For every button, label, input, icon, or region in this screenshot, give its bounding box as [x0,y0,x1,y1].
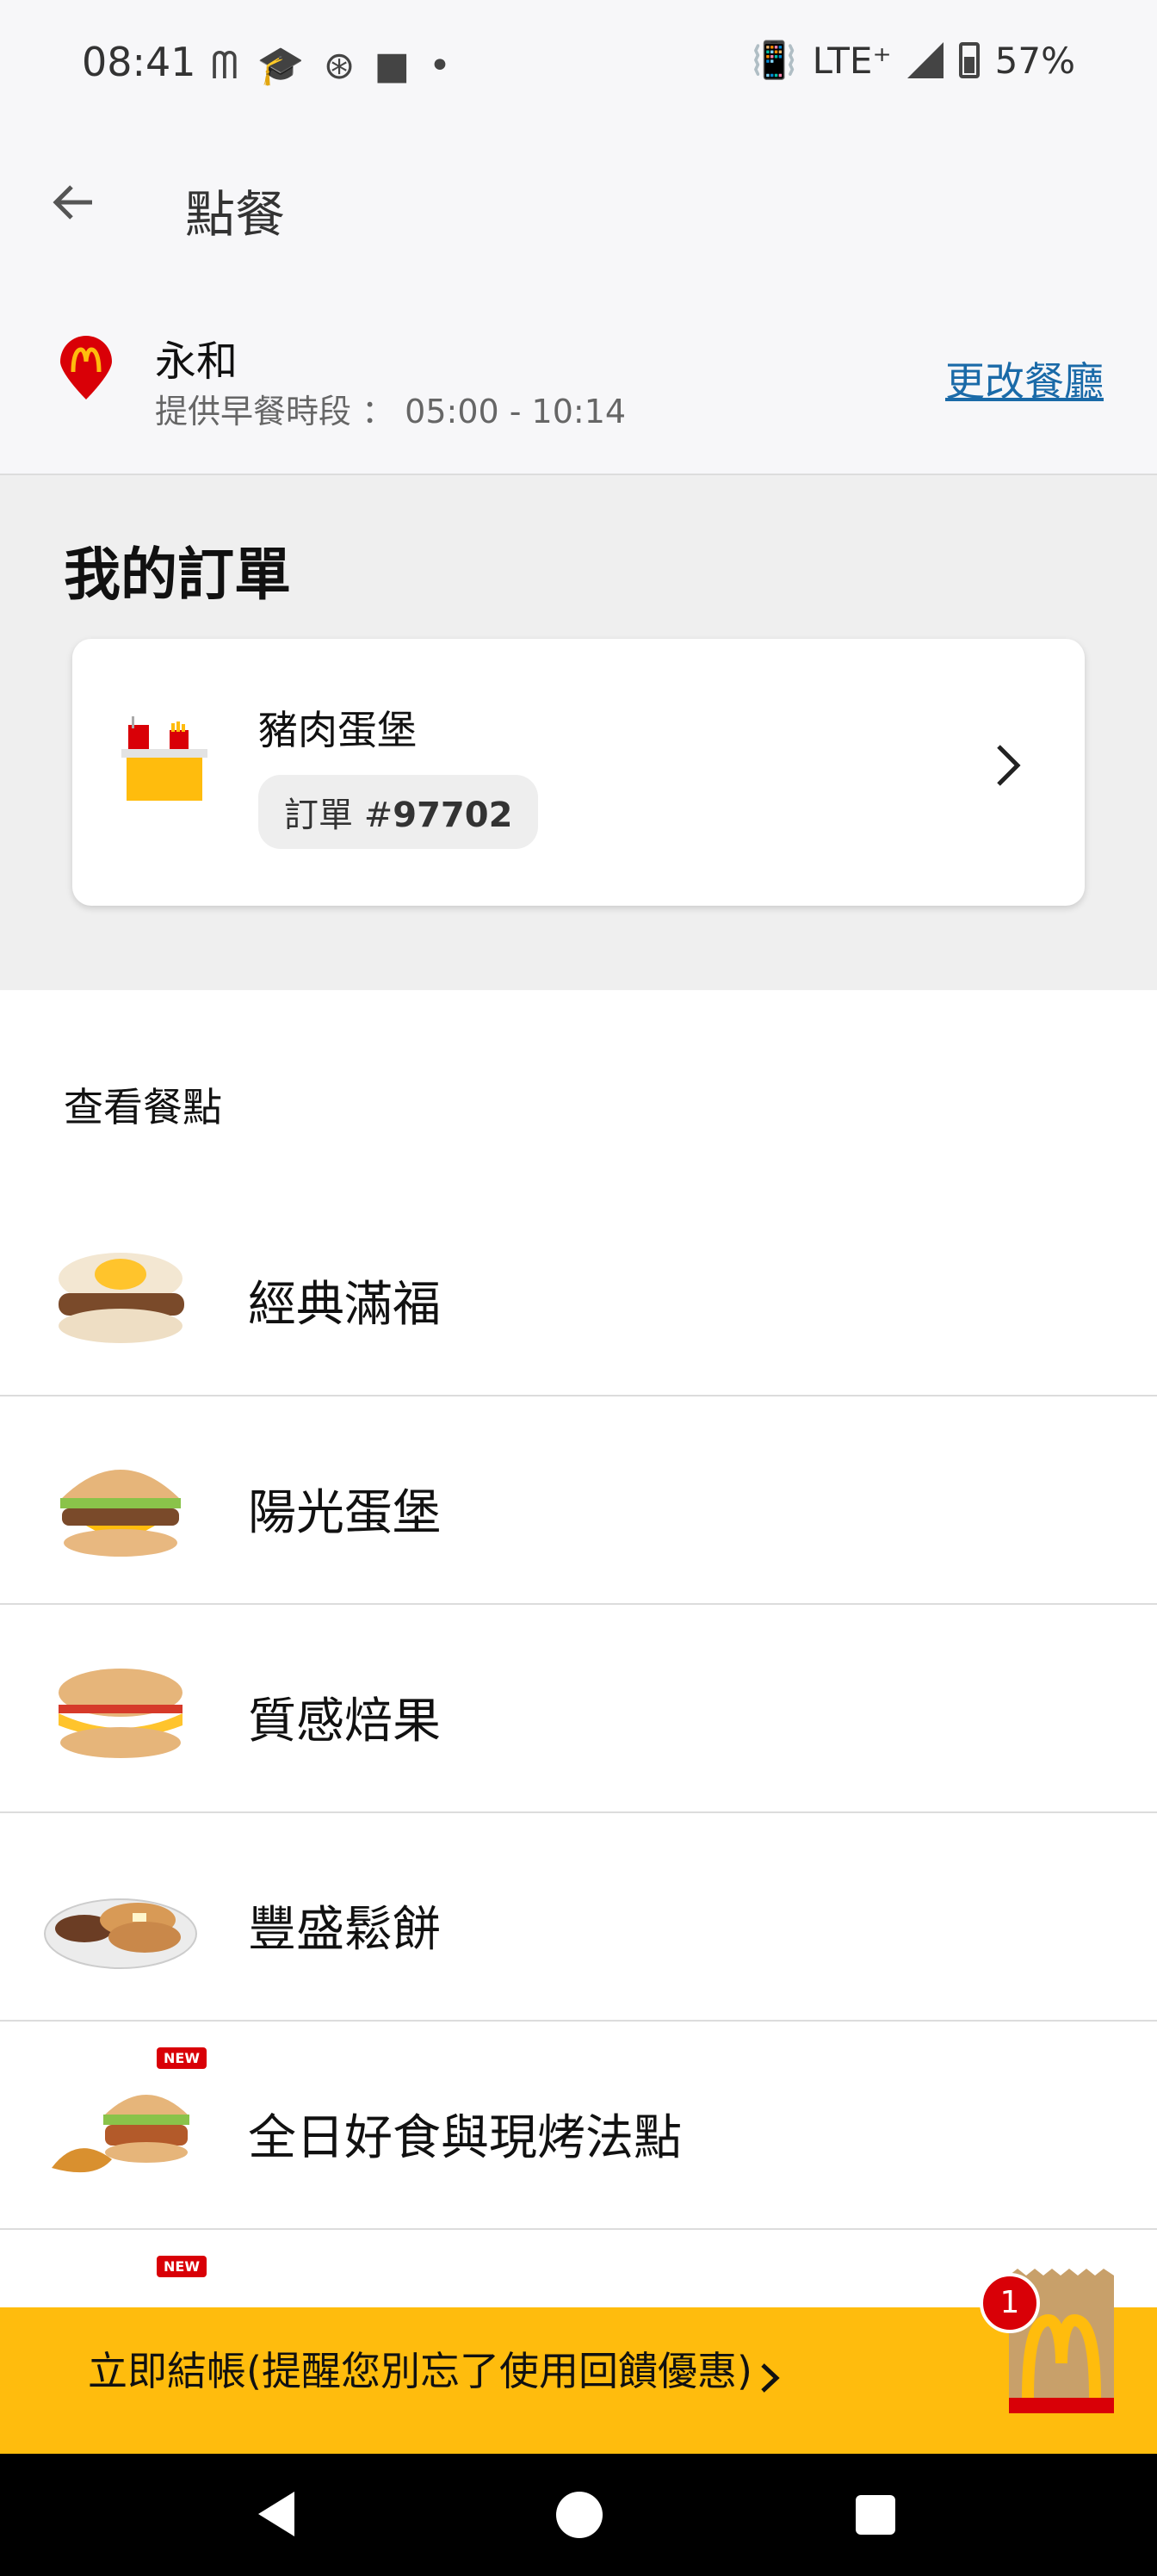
network-type: LTE⁺ [812,39,892,82]
order-tray-icon [121,716,207,801]
nav-back-icon[interactable] [258,2492,294,2536]
store-bar: 永和 提供早餐時段 ： 05:00 - 10:14 更改餐廳 [0,280,1157,475]
egg-burger-image [60,1470,181,1557]
new-badge: NEW [157,2256,207,2277]
dot-icon: • [429,43,451,88]
menu-item[interactable]: 陽光蛋堡 [0,1396,1157,1605]
order-number-prefix: 訂單 # [284,796,393,835]
change-store-link[interactable]: 更改餐廳 [945,350,1104,407]
vibrate-icon: 📳 [752,39,797,81]
new-badge: NEW [157,2047,207,2069]
menu-item[interactable]: NEW 全日好食與現烤法點 [0,2022,1157,2230]
notification-icons: ᗰ 🎓 ⊛ ■ • [211,43,451,89]
page-title: 點餐 [185,185,286,244]
store-name: 永和 [155,337,238,386]
nav-recents-icon[interactable] [856,2495,895,2535]
bag-count-badge: 1 [980,2273,1040,2333]
order-item-name: 豬肉蛋堡 [258,707,417,753]
order-number-badge: 訂單 #97702 [258,775,539,849]
menu-list: 經典滿福 陽光蛋堡 質感焙果 豐盛鬆餅 NEW 全日好食與現烤法點 NEW [0,1188,1157,2307]
menu-item-label: 豐盛鬆餅 [248,1902,441,1958]
status-bar: 08:41 ᗰ 🎓 ⊛ ■ • 📳 LTE⁺ 57% [0,0,1157,129]
store-pin-icon [60,336,112,399]
menu-section: 查看餐點 經典滿福 陽光蛋堡 質感焙果 豐盛鬆餅 NEW 全日好食與現烤法點 N… [0,990,1157,2307]
pancake-image [44,1898,197,1969]
system-status: 📳 LTE⁺ 57% [752,39,1075,82]
menu-item[interactable]: 質感焙果 [0,1605,1157,1813]
menu-heading: 查看餐點 [64,1084,222,1130]
order-card[interactable]: 豬肉蛋堡 訂單 #97702 [72,639,1085,906]
chevron-right-icon [992,738,1026,807]
menu-item-label: 經典滿福 [248,1277,441,1333]
nav-home-icon[interactable] [556,2492,603,2538]
menu-item[interactable]: 經典滿福 [0,1188,1157,1396]
chevron-right-icon [758,2357,783,2409]
order-number: 97702 [393,796,513,835]
store-hours: 提供早餐時段 ： 05:00 - 10:14 [155,393,627,430]
system-nav-bar [0,2454,1157,2576]
muffin-image [59,1253,184,1343]
my-orders-title: 我的訂單 [64,542,291,608]
battery-level: 57% [994,39,1075,82]
my-orders-section: 我的訂單 豬肉蛋堡 訂單 #97702 [0,475,1157,990]
status-time: 08:41 [82,39,196,85]
menu-item-label: 全日好食與現烤法點 [248,2110,682,2166]
menu-item-label: 陽光蛋堡 [248,1485,441,1541]
checkout-bar[interactable]: 立即結帳(提醒您別忘了使用回饋優惠) 1 [0,2269,1157,2454]
app-bar: 點餐 [0,129,1157,280]
menu-item-label: 質感焙果 [248,1694,441,1749]
bagel-image [59,1669,183,1758]
battery-icon [958,42,980,78]
square-notification-icon: ■ [374,43,411,88]
menu-item[interactable]: 豐盛鬆餅 [0,1813,1157,2022]
checkout-label: 立即結帳(提醒您別忘了使用回饋優惠) [88,2348,752,2394]
back-arrow-icon[interactable] [47,176,99,228]
mcdonalds-notification-icon: ᗰ [211,43,238,88]
graduation-icon: 🎓 [257,44,305,88]
app-notification-icon: ⊛ [323,43,356,88]
coffee-image [43,2282,198,2307]
signal-icon [906,42,944,78]
croissant-burger-image [52,2095,189,2173]
